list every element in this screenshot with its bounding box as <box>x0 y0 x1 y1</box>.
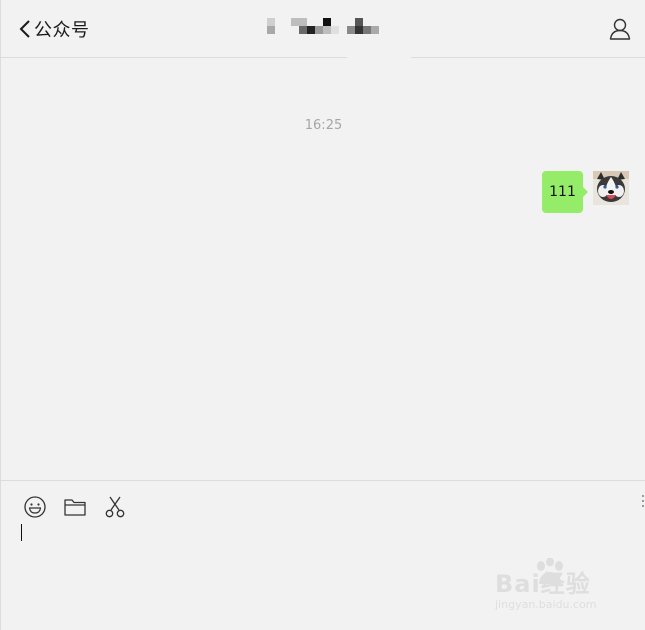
husky-avatar-image <box>593 171 629 205</box>
message-bubble-sent[interactable]: 111 <box>542 171 588 213</box>
chat-title-redacted <box>267 18 379 36</box>
chevron-left-icon <box>19 20 30 38</box>
back-label: 公众号 <box>34 20 90 41</box>
watermark-main: Bai经验 <box>495 570 591 598</box>
avatar[interactable] <box>593 171 629 205</box>
text-caret <box>21 524 22 541</box>
screenshot-button[interactable] <box>103 495 127 519</box>
baidu-jingyan-watermark: Bai经验 jingyan.baidu.com <box>493 558 613 614</box>
profile-button[interactable] <box>607 16 633 42</box>
watermark-url: jingyan.baidu.com <box>495 598 597 611</box>
back-button[interactable]: 公众号 <box>19 14 90 44</box>
emoji-button[interactable] <box>23 495 47 519</box>
chat-header: 公众号 <box>1 0 645 58</box>
chat-window: 公众号 16:25 111 Bai经验 jingyan.baidu.com <box>0 0 645 630</box>
message-text: 111 <box>549 184 576 200</box>
file-button[interactable] <box>63 495 87 519</box>
message-timestamp: 16:25 <box>304 118 343 133</box>
person-icon <box>609 18 631 40</box>
header-divider-gap <box>347 57 411 60</box>
emoji-icon <box>24 496 46 518</box>
folder-icon <box>64 499 86 516</box>
scissors-icon <box>105 496 125 518</box>
